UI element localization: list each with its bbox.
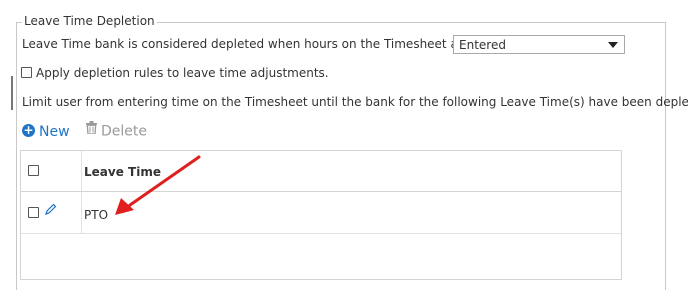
annotation-arrow-icon bbox=[115, 155, 201, 215]
